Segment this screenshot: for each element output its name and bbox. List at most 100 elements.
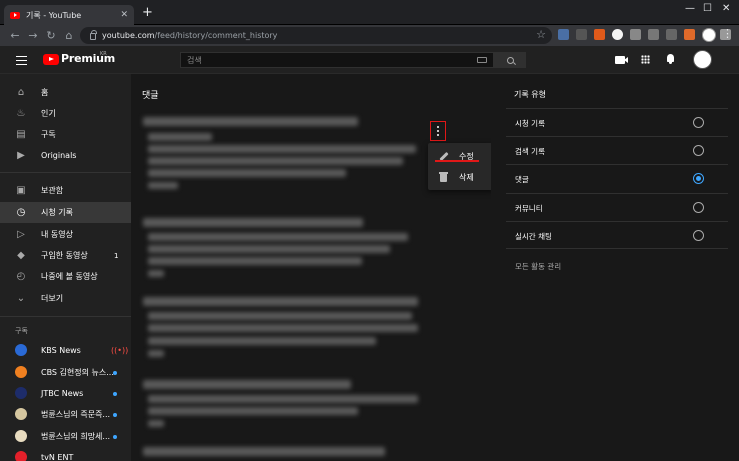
comment-text-blurred <box>148 233 408 241</box>
guide-item-purchases[interactable]: ◆ 구입한 동영상 1 <box>0 245 131 266</box>
guide-item-watch-later[interactable]: ◴ 나중에 볼 동영상 <box>0 266 131 287</box>
channel-avatar <box>15 366 27 378</box>
browser-tab-strip: 기록 - YouTube ✕ + — ☐ ✕ <box>0 0 739 25</box>
comment-text-blurred <box>148 257 362 265</box>
subscription-item[interactable]: 법륜스님의 희망세... <box>0 426 131 447</box>
new-content-dot <box>113 435 117 439</box>
watch-later-icon: ◴ <box>16 271 26 282</box>
minimize-icon[interactable]: — <box>685 3 695 14</box>
live-indicator-icon: ((•)) <box>111 346 129 355</box>
purchases-icon: ◆ <box>17 250 25 261</box>
guide-item-my-videos[interactable]: ▷ 내 동영상 <box>0 224 131 245</box>
bookmark-star-icon[interactable]: ☆ <box>536 28 546 41</box>
keyboard-icon[interactable] <box>477 57 487 63</box>
guide-item-show-more[interactable]: ⌄ 더보기 <box>0 288 131 309</box>
channel-avatar <box>15 344 27 356</box>
history-type-community[interactable]: 커뮤니티 <box>506 193 728 221</box>
subscription-item[interactable]: KBS News ((•)) <box>0 340 131 361</box>
trending-icon: ♨ <box>16 108 26 119</box>
channel-avatar <box>15 408 27 420</box>
extension-box-icon[interactable] <box>648 29 659 40</box>
comment-text-blurred <box>148 245 390 253</box>
guide-item-originals[interactable]: ▶ Originals <box>0 145 131 166</box>
comment-text-blurred <box>148 145 416 153</box>
comment-text-blurred <box>148 324 418 332</box>
channel-avatar <box>15 387 27 399</box>
youtube-masthead: Premium KR <box>0 46 739 74</box>
guide-item-trending[interactable]: ♨ 인기 <box>0 103 131 124</box>
menu-item-delete[interactable]: 삭제 <box>428 167 493 187</box>
comment-header-blurred <box>143 447 385 456</box>
guide-item-label: 홈 <box>41 88 49 97</box>
reload-icon[interactable]: ↻ <box>42 29 60 42</box>
extension-gray-icon[interactable] <box>576 29 587 40</box>
subscription-item[interactable]: tvN ENT <box>0 447 131 461</box>
extension-white-icon[interactable] <box>612 29 623 40</box>
kebab-dot <box>437 134 439 136</box>
comment-text-blurred <box>148 337 376 345</box>
radio-button[interactable] <box>693 145 704 156</box>
guide-item-subscriptions[interactable]: ▤ 구독 <box>0 124 131 145</box>
browser-tab[interactable]: 기록 - YouTube ✕ <box>4 5 134 25</box>
channel-avatar <box>15 430 27 442</box>
history-type-live-chat[interactable]: 실시간 채팅 <box>506 221 728 249</box>
extension-doc-icon[interactable] <box>666 29 677 40</box>
extension-orange-icon[interactable] <box>594 29 605 40</box>
guide-item-label: 인기 <box>41 109 56 118</box>
guide-item-history[interactable]: ◷ 시청 기록 <box>0 202 131 223</box>
account-avatar[interactable] <box>693 50 712 69</box>
back-icon[interactable]: ← <box>6 29 24 42</box>
close-tab-icon[interactable]: ✕ <box>120 10 128 20</box>
subscription-item[interactable]: CBS 김현정의 뉴스... <box>0 362 131 383</box>
guide-item-home[interactable]: ⌂ 홈 <box>0 82 131 103</box>
apps-grid-icon[interactable] <box>641 55 650 64</box>
history-type-watch[interactable]: 시청 기록 <box>506 108 728 136</box>
guide-item-label: 구독 <box>41 130 56 139</box>
extension-window-icon[interactable] <box>630 29 641 40</box>
guide-item-library[interactable]: ▣ 보관함 <box>0 180 131 201</box>
search-input[interactable] <box>187 55 467 65</box>
radio-button[interactable] <box>693 230 704 241</box>
channel-name: 법륜스님의 즉문즉... <box>41 410 111 419</box>
notifications-bell-icon[interactable] <box>666 54 675 64</box>
youtube-logo-icon[interactable] <box>43 54 59 65</box>
menu-item-edit[interactable]: 수정 <box>428 146 493 166</box>
home-page-icon[interactable]: ⌂ <box>60 29 78 42</box>
maximize-icon[interactable]: ☐ <box>703 3 712 14</box>
channel-name: KBS News <box>41 346 81 355</box>
address-bar[interactable]: youtube.com /feed/history/comment_histor… <box>80 27 552 44</box>
subscription-item[interactable]: 법륜스님의 즉문즉... <box>0 404 131 425</box>
create-video-icon[interactable] <box>615 56 628 64</box>
comment-action-popup: 수정 삭제 <box>428 143 493 190</box>
hamburger-menu-icon[interactable] <box>16 56 27 65</box>
comment-header-blurred <box>143 380 351 389</box>
kebab-dot <box>437 126 439 128</box>
comment-meta-blurred <box>148 420 164 427</box>
region-code: KR <box>100 51 107 57</box>
history-type-comments[interactable]: 댓글 <box>506 164 728 192</box>
browser-profile-avatar[interactable] <box>702 28 716 42</box>
purchase-count-badge: 1 <box>114 251 119 260</box>
comment-text-blurred <box>148 169 346 177</box>
radio-button-selected[interactable] <box>693 173 704 184</box>
radio-button[interactable] <box>693 202 704 213</box>
radio-button[interactable] <box>693 117 704 128</box>
forward-icon[interactable]: → <box>24 29 42 42</box>
guide-divider <box>0 172 131 173</box>
guide-item-label: 시청 기록 <box>41 208 73 217</box>
menu-item-label: 삭제 <box>459 172 474 182</box>
subscription-item[interactable]: JTBC News <box>0 383 131 404</box>
browser-menu-icon[interactable]: ⋮ <box>722 27 733 40</box>
trash-icon <box>439 172 448 182</box>
channel-name: CBS 김현정의 뉴스... <box>41 368 114 377</box>
comment-action-menu-button[interactable] <box>430 121 446 141</box>
new-tab-button[interactable]: + <box>142 6 153 19</box>
chevron-down-icon: ⌄ <box>16 293 26 304</box>
search-button[interactable] <box>494 52 526 68</box>
manage-all-activity-link[interactable]: 모든 활동 관리 <box>515 261 561 272</box>
extension-shield-icon[interactable] <box>558 29 569 40</box>
extension-red-icon[interactable] <box>684 29 695 40</box>
history-type-search[interactable]: 검색 기록 <box>506 136 728 164</box>
page-title: 댓글 <box>142 91 159 101</box>
close-window-icon[interactable]: ✕ <box>722 3 730 14</box>
